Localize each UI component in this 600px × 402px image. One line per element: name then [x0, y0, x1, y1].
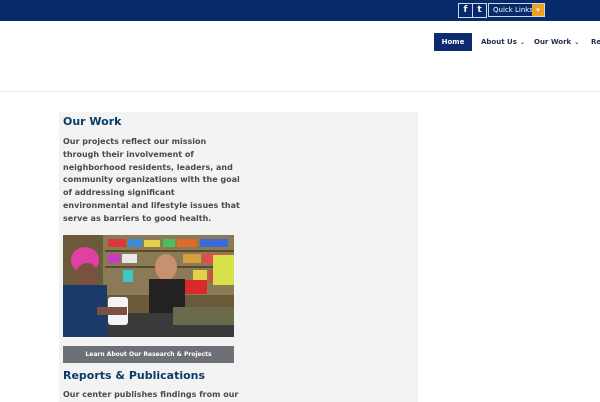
chevron-down-icon: ⌄: [519, 39, 525, 46]
quick-links-dropdown[interactable]: Quick Links ▾: [488, 3, 545, 17]
learn-research-button[interactable]: Learn About Our Research & Projects: [63, 346, 234, 363]
reports-heading: Reports & Publications: [63, 369, 206, 382]
nav-item-about-us[interactable]: About Us ⌄: [481, 33, 525, 51]
twitter-icon[interactable]: t: [472, 3, 487, 18]
facebook-icon[interactable]: f: [458, 3, 473, 18]
nav-item-label: About Us: [481, 38, 517, 46]
store-photo: [63, 235, 234, 337]
nav-item-research[interactable]: Re: [591, 33, 600, 51]
quick-links-label: Quick Links: [493, 6, 534, 14]
our-work-heading: Our Work: [63, 115, 122, 128]
chevron-down-icon: ⌄: [574, 39, 580, 46]
store-photo-image: [63, 235, 234, 337]
nav-item-our-work[interactable]: Our Work ⌄: [534, 33, 579, 51]
chevron-down-icon[interactable]: ▾: [532, 4, 544, 16]
nav-item-home[interactable]: Home: [434, 33, 472, 51]
top-bar: f t Quick Links ▾: [0, 0, 600, 21]
site-header: Home About Us ⌄ Our Work ⌄ Re: [0, 21, 600, 92]
our-work-description: Our projects reflect our mission through…: [63, 137, 240, 223]
nav-item-label: Our Work: [534, 38, 572, 46]
